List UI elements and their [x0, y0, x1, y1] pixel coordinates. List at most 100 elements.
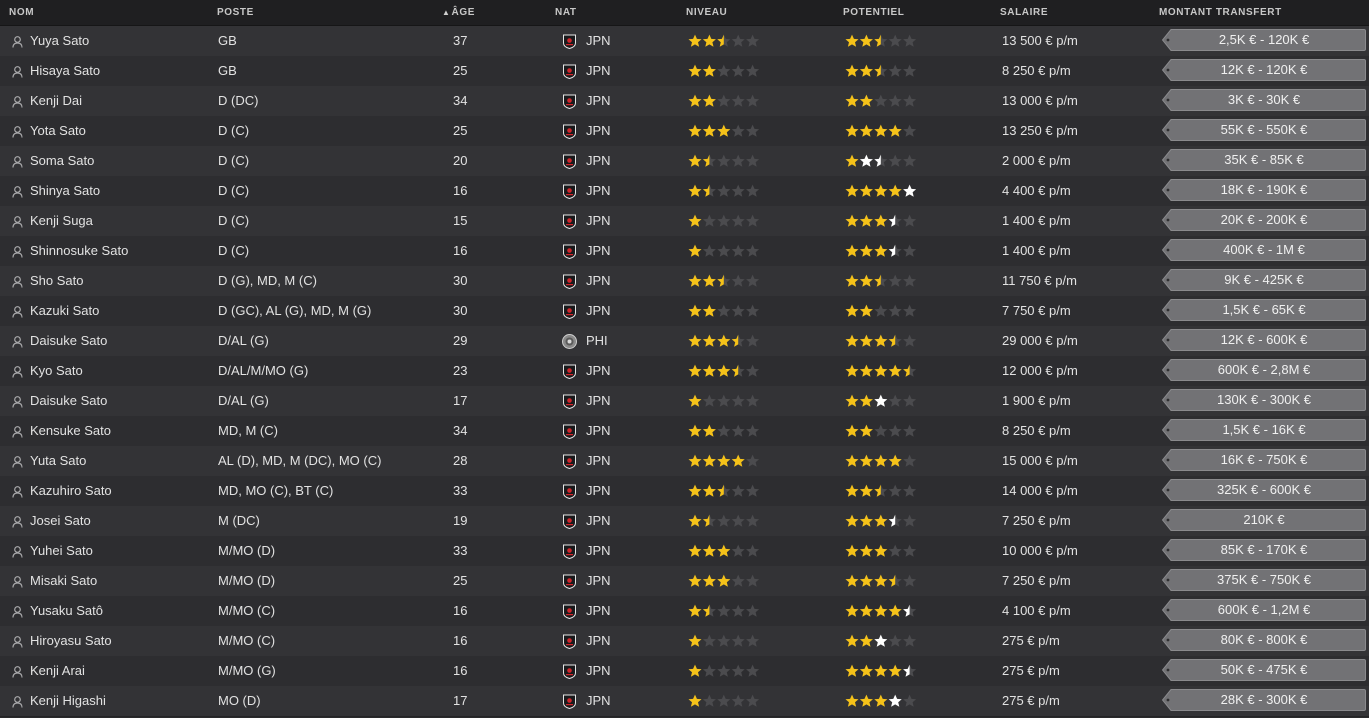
player-nationality[interactable]: JPN [586, 686, 611, 716]
column-header-salaire[interactable]: SALAIRE [1000, 0, 1048, 25]
player-nationality[interactable]: JPN [586, 656, 611, 686]
transfer-value-tag[interactable]: 1,5K € - 65K € [1162, 299, 1366, 321]
player-name[interactable]: Kenji Suga [30, 206, 93, 236]
player-nationality[interactable]: JPN [586, 176, 611, 206]
player-nationality[interactable]: JPN [586, 86, 611, 116]
transfer-value-tag[interactable]: 2,5K € - 120K € [1162, 29, 1366, 51]
player-name[interactable]: Yota Sato [30, 116, 86, 146]
transfer-value-tag[interactable]: 1,5K € - 16K € [1162, 419, 1366, 441]
player-nationality[interactable]: JPN [586, 416, 611, 446]
player-nationality[interactable]: JPN [586, 386, 611, 416]
table-row[interactable]: Yuhei Sato M/MO (D) 33 JPN 10 000 € p/m 85K €… [0, 536, 1369, 567]
column-header-potentiel[interactable]: POTENTIEL [843, 0, 905, 25]
player-nationality[interactable]: JPN [586, 476, 611, 506]
player-nationality[interactable]: JPN [586, 266, 611, 296]
table-row[interactable]: Misaki Sato M/MO (D) 25 JPN 7 250 € p/m 375K … [0, 566, 1369, 597]
table-row[interactable]: Kazuki Sato D (GC), AL (G), MD, M (G) 30 JP… [0, 296, 1369, 327]
transfer-value-tag[interactable]: 210K € [1162, 509, 1366, 531]
table-row[interactable]: Hisaya Sato GB 25 JPN 8 250 € p/m 12K € - 120… [0, 56, 1369, 87]
table-row[interactable]: Kenji Suga D (C) 15 JPN 1 400 € p/m 20K € - 2… [0, 206, 1369, 237]
player-name[interactable]: Kenji Dai [30, 86, 82, 116]
table-row[interactable]: Josei Sato M (DC) 19 JPN 7 250 € p/m 210K € [0, 506, 1369, 537]
player-nationality[interactable]: JPN [586, 356, 611, 386]
transfer-value-tag[interactable]: 18K € - 190K € [1162, 179, 1366, 201]
transfer-value-tag[interactable]: 55K € - 550K € [1162, 119, 1366, 141]
transfer-value-tag[interactable]: 16K € - 750K € [1162, 449, 1366, 471]
transfer-value-tag[interactable]: 3K € - 30K € [1162, 89, 1366, 111]
transfer-value-tag[interactable]: 400K € - 1M € [1162, 239, 1366, 261]
player-name[interactable]: Kyo Sato [30, 356, 83, 386]
transfer-value-tag[interactable]: 325K € - 600K € [1162, 479, 1366, 501]
player-name[interactable]: Yuta Sato [30, 446, 86, 476]
column-header-transfert[interactable]: MONTANT TRANSFERT [1159, 0, 1282, 25]
player-name[interactable]: Yuhei Sato [30, 536, 93, 566]
player-nationality[interactable]: JPN [586, 116, 611, 146]
transfer-value-tag[interactable]: 375K € - 750K € [1162, 569, 1366, 591]
transfer-value-tag[interactable]: 600K € - 2,8M € [1162, 359, 1366, 381]
table-row[interactable]: Daisuke Sato D/AL (G) 29 PHI 29 000 € p/m 12K… [0, 326, 1369, 357]
table-row[interactable]: Kenji Arai M/MO (G) 16 JPN 275 € p/m 50K € - … [0, 656, 1369, 687]
table-row[interactable]: Daisuke Sato D/AL (G) 17 JPN 1 900 € p/m 130K… [0, 386, 1369, 417]
player-nationality[interactable]: JPN [586, 626, 611, 656]
column-header-niveau[interactable]: NIVEAU [686, 0, 727, 25]
transfer-value-tag[interactable]: 28K € - 300K € [1162, 689, 1366, 711]
transfer-value-tag[interactable]: 12K € - 600K € [1162, 329, 1366, 351]
player-nationality[interactable]: JPN [586, 26, 611, 56]
player-nationality[interactable]: JPN [586, 56, 611, 86]
table-row[interactable]: Yuya Sato GB 37 JPN 13 500 € p/m 2,5K € - 120… [0, 26, 1369, 57]
player-name[interactable]: Daisuke Sato [30, 326, 107, 356]
player-name[interactable]: Shinya Sato [30, 176, 100, 206]
table-row[interactable]: Shinya Sato D (C) 16 JPN 4 400 € p/m 18K € - … [0, 176, 1369, 207]
transfer-value-tag[interactable]: 12K € - 120K € [1162, 59, 1366, 81]
table-row[interactable]: Yusaku Satô M/MO (C) 16 JPN 4 100 € p/m 600K … [0, 596, 1369, 627]
player-name[interactable]: Misaki Sato [30, 566, 97, 596]
player-name[interactable]: Hiroyasu Sato [30, 626, 112, 656]
player-name[interactable]: Yusaku Satô [30, 596, 103, 626]
player-name[interactable]: Kenji Arai [30, 656, 85, 686]
table-row[interactable]: Kyo Sato D/AL/M/MO (G) 23 JPN 12 000 € p/m 60… [0, 356, 1369, 387]
transfer-value-tag[interactable]: 9K € - 425K € [1162, 269, 1366, 291]
player-nationality[interactable]: JPN [586, 236, 611, 266]
player-name[interactable]: Soma Sato [30, 146, 94, 176]
player-name[interactable]: Kazuki Sato [30, 296, 99, 326]
table-row[interactable]: Shinnosuke Sato D (C) 16 JPN 1 400 € p/m 400K… [0, 236, 1369, 267]
player-nationality[interactable]: JPN [586, 296, 611, 326]
player-name[interactable]: Shinnosuke Sato [30, 236, 128, 266]
player-nationality[interactable]: PHI [586, 326, 608, 356]
table-row[interactable]: Kensuke Sato MD, M (C) 34 JPN 8 250 € p/m 1,5… [0, 416, 1369, 447]
player-name[interactable]: Yuya Sato [30, 26, 89, 56]
player-name[interactable]: Daisuke Sato [30, 386, 107, 416]
player-nationality[interactable]: JPN [586, 566, 611, 596]
transfer-value-tag[interactable]: 600K € - 1,2M € [1162, 599, 1366, 621]
table-row[interactable]: Sho Sato D (G), MD, M (C) 30 JPN 11 750 € p/… [0, 266, 1369, 297]
player-name[interactable]: Kazuhiro Sato [30, 476, 112, 506]
transfer-value-tag[interactable]: 20K € - 200K € [1162, 209, 1366, 231]
column-header-nom[interactable]: NOM [9, 0, 34, 25]
table-row[interactable]: Kazuhiro Sato MD, MO (C), BT (C) 33 JPN 14 0… [0, 476, 1369, 507]
player-nationality[interactable]: JPN [586, 536, 611, 566]
player-nationality[interactable]: JPN [586, 506, 611, 536]
transfer-value-tag[interactable]: 35K € - 85K € [1162, 149, 1366, 171]
player-name[interactable]: Kenji Higashi [30, 686, 106, 716]
transfer-value-tag[interactable]: 85K € - 170K € [1162, 539, 1366, 561]
column-header-poste[interactable]: POSTE [217, 0, 254, 25]
transfer-value-tag[interactable]: 50K € - 475K € [1162, 659, 1366, 681]
player-name[interactable]: Josei Sato [30, 506, 91, 536]
player-name[interactable]: Hisaya Sato [30, 56, 100, 86]
player-nationality[interactable]: JPN [586, 146, 611, 176]
table-row[interactable]: Yota Sato D (C) 25 JPN 13 250 € p/m 55K € - 5… [0, 116, 1369, 147]
table-row[interactable]: Kenji Higashi MO (D) 17 JPN 275 € p/m 28K € -… [0, 686, 1369, 717]
player-name[interactable]: Kensuke Sato [30, 416, 111, 446]
transfer-value-tag[interactable]: 80K € - 800K € [1162, 629, 1366, 651]
table-row[interactable]: Kenji Dai D (DC) 34 JPN 13 000 € p/m 3K € - 3… [0, 86, 1369, 117]
column-header-age[interactable]: ▲ÂGE [442, 0, 475, 25]
table-row[interactable]: Soma Sato D (C) 20 JPN 2 000 € p/m 35K € - 85… [0, 146, 1369, 177]
player-name[interactable]: Sho Sato [30, 266, 84, 296]
player-nationality[interactable]: JPN [586, 446, 611, 476]
column-header-nat[interactable]: NAT [555, 0, 577, 25]
player-nationality[interactable]: JPN [586, 206, 611, 236]
table-row[interactable]: Hiroyasu Sato M/MO (C) 16 JPN 275 € p/m 80K €… [0, 626, 1369, 657]
transfer-value-tag[interactable]: 130K € - 300K € [1162, 389, 1366, 411]
table-row[interactable]: Yuta Sato AL (D), MD, M (DC), MO (C) 28 JPN… [0, 446, 1369, 477]
player-nationality[interactable]: JPN [586, 596, 611, 626]
